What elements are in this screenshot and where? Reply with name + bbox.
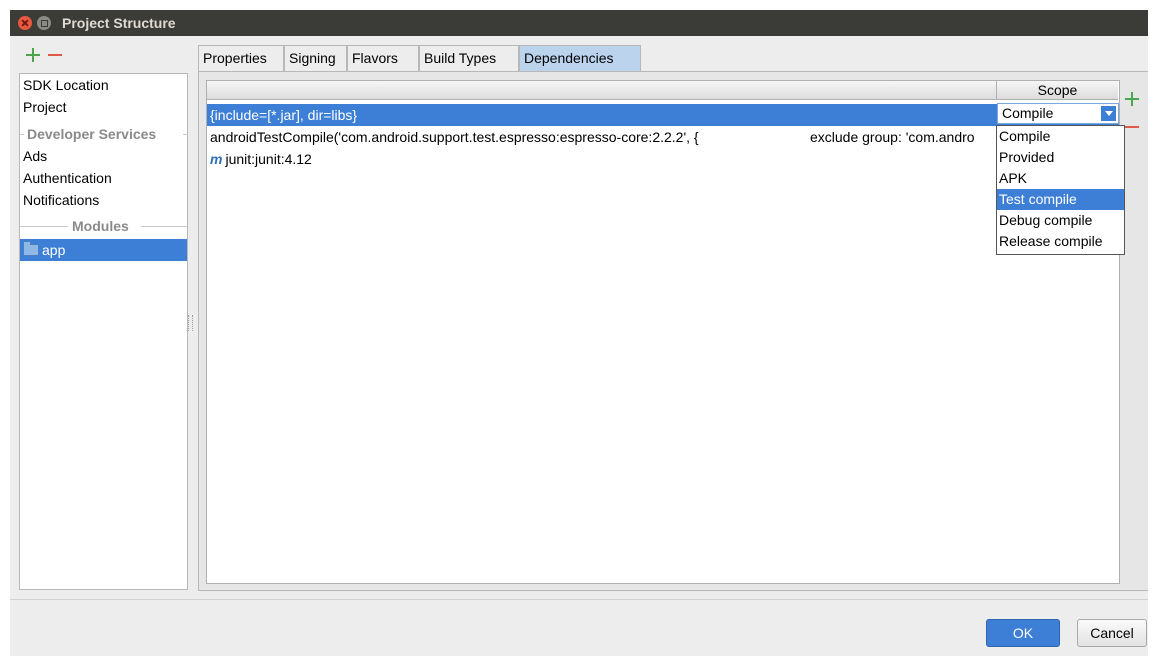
add-icon[interactable]	[26, 48, 40, 62]
scope-option-test-compile[interactable]: Test compile	[997, 189, 1124, 210]
remove-dependency-icon[interactable]	[1125, 126, 1139, 128]
minimize-window-icon[interactable]	[37, 16, 51, 30]
cancel-button[interactable]: Cancel	[1077, 619, 1147, 647]
sidebar: SDK Location Project Developer Services …	[19, 73, 188, 590]
module-folder-icon	[23, 241, 39, 256]
sidebar-item-project[interactable]: Project	[20, 96, 187, 118]
section-label: Developer Services	[27, 126, 157, 142]
sidebar-item-sdk-location[interactable]: SDK Location	[20, 74, 187, 96]
tab-flavors[interactable]: Flavors	[347, 45, 419, 71]
scope-option-provided[interactable]: Provided	[997, 147, 1124, 168]
scope-option-debug-compile[interactable]: Debug compile	[997, 210, 1124, 231]
window-title: Project Structure	[62, 15, 176, 31]
sidebar-item-ads[interactable]: Ads	[20, 145, 187, 167]
footer-divider	[10, 599, 1148, 600]
sidebar-item-label: app	[42, 242, 66, 258]
scope-option-release-compile[interactable]: Release compile	[997, 231, 1124, 252]
dependency-column-header[interactable]	[207, 81, 997, 100]
scope-column-header[interactable]: Scope	[997, 81, 1118, 100]
sidebar-item-notifications[interactable]: Notifications	[20, 189, 187, 211]
dependencies-table: Scope {include=[*.jar], dir=libs} androi…	[206, 80, 1120, 584]
section-label: Modules	[72, 218, 129, 234]
sidebar-item-authentication[interactable]: Authentication	[20, 167, 187, 189]
section-header-developer-services: Developer Services	[20, 123, 187, 145]
project-structure-dialog: Project Structure SDK Location Project D…	[10, 10, 1148, 656]
tab-dependencies[interactable]: Dependencies	[519, 45, 641, 71]
table-row[interactable]: {include=[*.jar], dir=libs}	[207, 104, 1119, 126]
scope-value: Compile	[1002, 105, 1054, 121]
add-dependency-icon[interactable]	[1125, 92, 1139, 106]
title-bar: Project Structure	[10, 10, 1148, 36]
scope-dropdown[interactable]: Compile	[997, 103, 1119, 124]
sidebar-item-app[interactable]: app	[20, 239, 187, 261]
maven-library-icon: m	[210, 151, 223, 167]
section-header-modules: Modules	[20, 215, 187, 237]
dependency-extra-text: exclude group: 'com.andro	[810, 129, 975, 145]
splitter-handle[interactable]	[188, 315, 193, 331]
table-row[interactable]: androidTestCompile('com.android.support.…	[207, 126, 1119, 148]
tab-properties[interactable]: Properties	[198, 45, 284, 71]
dependency-coordinate: junit:junit:4.12	[225, 151, 312, 167]
dependency-text: {include=[*.jar], dir=libs}	[210, 107, 358, 123]
chevron-down-icon[interactable]	[1101, 106, 1116, 121]
scope-option-compile[interactable]: Compile	[997, 126, 1124, 147]
close-window-icon[interactable]	[18, 16, 32, 30]
tab-signing[interactable]: Signing	[284, 45, 347, 71]
scope-option-apk[interactable]: APK	[997, 168, 1124, 189]
tab-build-types[interactable]: Build Types	[419, 45, 519, 71]
table-row[interactable]: m junit:junit:4.12	[207, 148, 1119, 170]
dependency-text: m junit:junit:4.12	[210, 148, 312, 170]
ok-button[interactable]: OK	[986, 619, 1060, 647]
dependency-text: androidTestCompile('com.android.support.…	[210, 129, 699, 145]
scope-options-list: Compile Provided APK Test compile Debug …	[996, 125, 1125, 255]
remove-icon[interactable]	[48, 54, 62, 56]
